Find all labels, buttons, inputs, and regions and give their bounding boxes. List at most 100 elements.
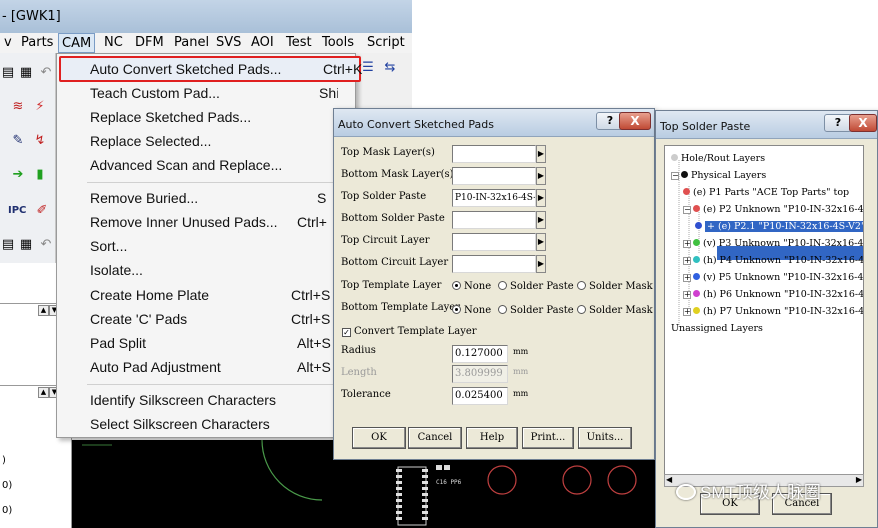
expand-icon[interactable]: + <box>683 257 691 265</box>
menu-dfm[interactable]: DFM <box>132 33 167 53</box>
layers-icon[interactable]: ≋ <box>10 99 26 115</box>
top-mask-arrow-icon[interactable]: ▶ <box>536 145 546 163</box>
tree-node-p2[interactable]: − (e) P2 Unknown "P10-IN-32x16-4S-V2" <box>683 204 863 215</box>
tree-node-p2-1[interactable]: + (e) P2.1 "P10-IN-32x16-4S-V2" (s <box>695 221 863 232</box>
clipboard-icon[interactable]: ▦ <box>18 65 34 81</box>
clipboard-icon-2[interactable]: ▦ <box>18 237 34 253</box>
pcb-graphics <box>82 440 323 501</box>
swap-icon[interactable]: ⇆ <box>382 60 398 76</box>
convert-template-checkbox[interactable]: ✓ Convert Template Layer <box>342 326 477 337</box>
menu-item-remove-buried[interactable]: Remove Buried... <box>90 187 198 209</box>
tolerance-field[interactable]: 0.025400 <box>452 387 508 405</box>
menu-item-auto-convert[interactable]: Auto Convert Sketched Pads... <box>90 58 281 80</box>
tree-node-hole-rout[interactable]: Hole/Rout Layers <box>671 153 765 164</box>
menu-nc[interactable]: NC <box>101 33 126 53</box>
menu-item-auto-pad-adjustment[interactable]: Auto Pad Adjustment <box>90 356 221 378</box>
bottom-mask-field[interactable] <box>452 167 536 185</box>
menu-tools[interactable]: Tools <box>319 33 357 53</box>
wechat-icon <box>676 484 696 500</box>
bottom-paste-field[interactable] <box>452 211 536 229</box>
top-circuit-arrow-icon[interactable]: ▶ <box>536 233 546 251</box>
top-template-paste-radio[interactable]: Solder Paste <box>498 281 574 292</box>
bottom-template-none-radio[interactable]: None <box>452 305 491 316</box>
menu-item-teach-custom-pad[interactable]: Teach Custom Pad... <box>90 82 220 104</box>
undo-icon-2[interactable]: ↶ <box>38 237 54 253</box>
menu-item-advanced-scan[interactable]: Advanced Scan and Replace... <box>90 154 282 176</box>
bottom-paste-arrow-icon[interactable]: ▶ <box>536 211 546 229</box>
radius-field[interactable]: 0.127000 <box>452 345 508 363</box>
tree-node-p4[interactable]: + (h) P4 Unknown "P10-IN-32x16-4S-V2" <box>683 255 863 266</box>
menu-panel[interactable]: Panel <box>171 33 212 53</box>
close-icon[interactable]: X <box>619 112 651 130</box>
lightning-icon[interactable]: ⚡ <box>32 99 48 115</box>
tree-node-p5[interactable]: + (v) P5 Unknown "P10-IN-32x16-4S-V2" <box>683 272 863 283</box>
pcb-canvas-2[interactable]: C16 PP6 <box>332 455 662 528</box>
menu-aoi[interactable]: AOI <box>248 33 277 53</box>
menu-item-replace-sketched[interactable]: Replace Sketched Pads... <box>90 106 251 128</box>
menu-item-create-c-pads[interactable]: Create 'C' Pads <box>90 308 187 330</box>
layer-tree[interactable]: Hole/Rout Layers − Physical Layers (e) P1… <box>664 145 864 475</box>
ok-button[interactable]: OK <box>352 427 406 449</box>
units-button[interactable]: Units... <box>578 427 632 449</box>
expand-icon[interactable]: + <box>683 308 691 316</box>
menu-svs[interactable]: SVS <box>213 33 244 53</box>
pcb-canvas[interactable] <box>72 440 372 528</box>
print-icon[interactable]: ▤ <box>0 65 16 81</box>
scroll-left-icon[interactable]: ◀ <box>666 475 672 484</box>
top-paste-arrow-icon[interactable]: ▶ <box>536 189 546 207</box>
scroll-up-button-2[interactable]: ▲ <box>38 387 49 398</box>
menu-test[interactable]: Test <box>283 33 315 53</box>
menu-cam[interactable]: CAM <box>58 33 96 53</box>
menu-parts[interactable]: Parts <box>18 33 56 53</box>
top-template-none-radio[interactable]: None <box>452 281 491 292</box>
expand-icon[interactable]: + <box>683 291 691 299</box>
board-icon[interactable]: ▮ <box>32 167 48 183</box>
tree-node-p7[interactable]: + (h) P7 Unknown "P10-IN-32x16-4S-V2" <box>683 306 863 317</box>
print-icon-2[interactable]: ▤ <box>0 237 16 253</box>
expand-icon[interactable]: + <box>683 240 691 248</box>
menu-item-isolate[interactable]: Isolate... <box>90 259 143 281</box>
tree-node-p1[interactable]: (e) P1 Parts "ACE Top Parts" top <box>683 187 849 198</box>
scroll-up-button[interactable]: ▲ <box>38 305 49 316</box>
menu-item-select-silkscreen[interactable]: Select Silkscreen Characters <box>90 413 270 435</box>
import-icon[interactable]: ➔ <box>10 167 26 183</box>
marker-icon[interactable]: ✐ <box>34 203 50 219</box>
route-icon[interactable]: ↯ <box>32 133 48 149</box>
menu-item-pad-split[interactable]: Pad Split <box>90 332 146 354</box>
help-button[interactable]: Help <box>466 427 518 449</box>
collapse-icon[interactable]: − <box>671 172 679 180</box>
cancel-button[interactable]: Cancel <box>408 427 462 449</box>
menu-item-identify-silkscreen[interactable]: Identify Silkscreen Characters <box>90 389 276 411</box>
top-paste-field[interactable]: P10-IN-32x16-4S-V2" <box>452 189 536 207</box>
menu-item-create-home-plate[interactable]: Create Home Plate <box>90 284 209 306</box>
expand-icon[interactable]: + <box>683 274 691 282</box>
menu-item-sort[interactable]: Sort... <box>90 235 127 257</box>
bottom-template-paste-radio[interactable]: Solder Paste <box>498 305 574 316</box>
list-icon[interactable]: ☰ <box>360 60 376 76</box>
tree-node-p6[interactable]: + (h) P6 Unknown "P10-IN-32x16-4S-V2" <box>683 289 863 300</box>
help-icon[interactable]: ? <box>824 114 852 132</box>
edit-icon[interactable]: ✎ <box>10 133 26 149</box>
bottom-mask-arrow-icon[interactable]: ▶ <box>536 167 546 185</box>
menu-item-remove-inner-unused[interactable]: Remove Inner Unused Pads... <box>90 211 278 233</box>
tree-node-unassigned[interactable]: Unassigned Layers <box>671 323 763 334</box>
top-mask-field[interactable] <box>452 145 536 163</box>
menu-item-replace-selected[interactable]: Replace Selected... <box>90 130 211 152</box>
bottom-circuit-arrow-icon[interactable]: ▶ <box>536 255 546 273</box>
bottom-template-mask-radio[interactable]: Solder Mask <box>577 305 653 316</box>
close-icon[interactable]: X <box>849 114 877 132</box>
bottom-circuit-field[interactable] <box>452 255 536 273</box>
top-circuit-field[interactable] <box>452 233 536 251</box>
undo-icon[interactable]: ↶ <box>38 65 54 81</box>
tree-node-p3[interactable]: + (v) P3 Unknown "P10-IN-32x16-4S-V2" <box>683 238 863 249</box>
top-template-mask-radio[interactable]: Solder Mask <box>577 281 653 292</box>
radius-label: Radius <box>341 345 376 356</box>
menu-view[interactable]: v <box>1 33 15 53</box>
print-button[interactable]: Print... <box>522 427 574 449</box>
length-unit: mm <box>513 367 529 376</box>
ipc-icon[interactable]: IPC <box>8 203 26 219</box>
tree-node-physical[interactable]: − Physical Layers <box>671 170 766 181</box>
collapse-icon[interactable]: − <box>683 206 691 214</box>
scroll-right-icon[interactable]: ▶ <box>856 475 862 484</box>
menu-script[interactable]: Script <box>364 33 408 53</box>
